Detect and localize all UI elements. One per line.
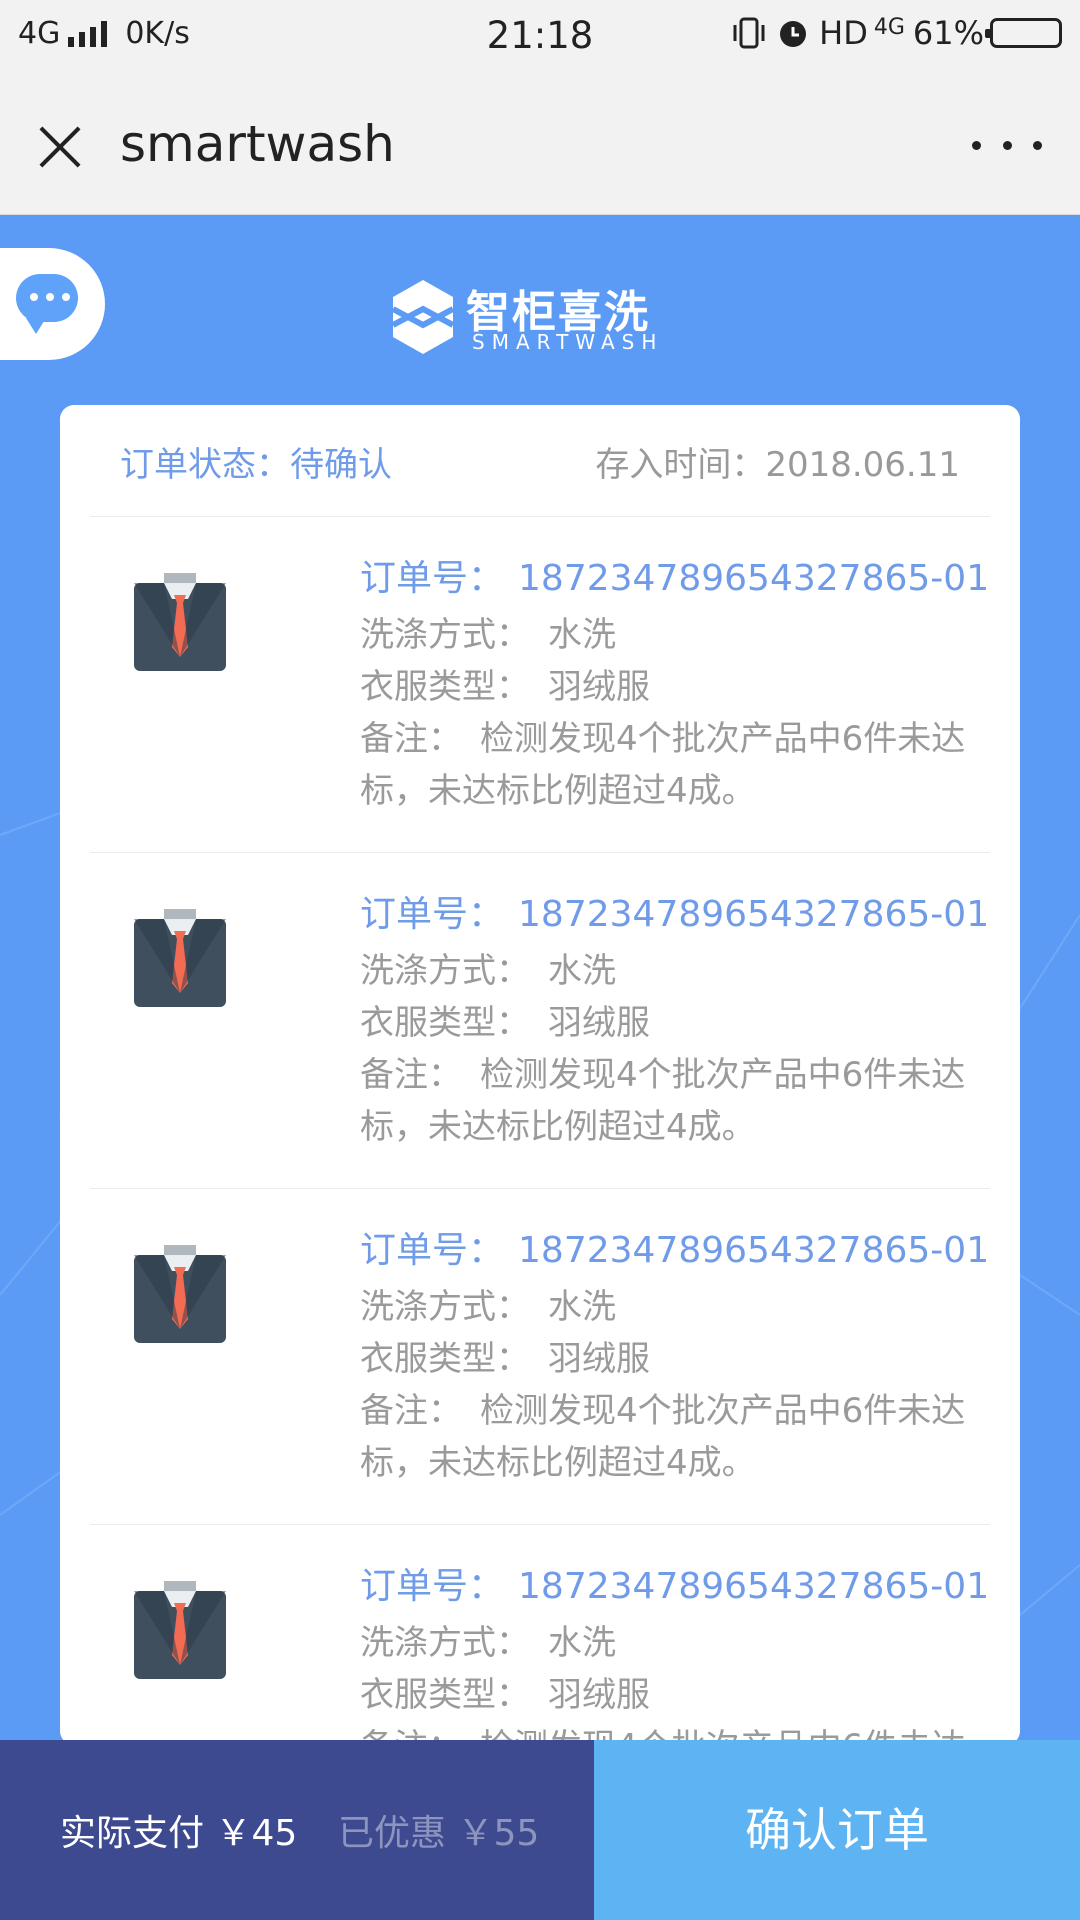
clothing-type: 衣服类型： 羽绒服 xyxy=(360,1675,650,1715)
suit-icon xyxy=(134,1245,226,1343)
status-right: HD 4G 61% xyxy=(731,14,1062,52)
battery-icon xyxy=(985,18,1062,48)
wash-method: 洗涤方式： 水洗 xyxy=(360,1623,616,1663)
confirm-order-button[interactable]: 确认订单 xyxy=(594,1740,1080,1920)
brand-logo: 智柜喜洗 SMARTWASH xyxy=(390,278,700,358)
order-card: 订单状态：待确认 存入时间：2018.06.11 订单号： 18723478965… xyxy=(60,405,1020,1745)
close-icon[interactable] xyxy=(30,117,90,177)
vibrate-icon xyxy=(733,17,765,49)
suit-icon xyxy=(134,573,226,671)
clothing-type: 衣服类型： 羽绒服 xyxy=(360,1339,650,1379)
wash-method: 洗涤方式： 水洗 xyxy=(360,615,616,655)
order-item[interactable]: 订单号： 187234789654327865-01 洗涤方式： 水洗 衣服类型：羽… xyxy=(90,1189,990,1525)
payment-summary: 实际支付 ￥45 已优惠 ￥55 xyxy=(0,1740,594,1920)
order-number: 订单号： 187234789654327865-01 xyxy=(360,1566,990,1607)
clothing-type: 衣服类型： 羽绒服 xyxy=(360,667,650,707)
status-bar: 4G 0K/s 21:18 HD 4G 61% xyxy=(0,0,1080,75)
battery-percent: 61% xyxy=(912,14,984,52)
order-note: 备注：检测发现4个批次产品中6件未达标，未达标比例超过4成。 xyxy=(360,719,966,811)
order-item[interactable]: 订单号： 187234789654327865-01 洗涤方式： 水洗 衣服类型：羽… xyxy=(90,517,990,853)
order-status: 订单状态：待确认 xyxy=(120,445,392,485)
clothing-type: 衣服类型： 羽绒服 xyxy=(360,1003,650,1043)
order-number: 订单号： 187234789654327865-01 xyxy=(360,894,990,935)
more-icon[interactable] xyxy=(972,125,1042,165)
order-note: 备注：检测发现4个批次产品中6件未达标，未达标比例超过4成。 xyxy=(360,1391,966,1483)
order-number: 订单号： 187234789654327865-01 xyxy=(360,558,990,599)
wash-method: 洗涤方式： 水洗 xyxy=(360,1287,616,1327)
suit-icon xyxy=(134,909,226,1007)
order-item[interactable]: 订单号： 187234789654327865-01 洗涤方式： 水洗 衣服类型：羽… xyxy=(90,853,990,1189)
suit-icon xyxy=(134,1581,226,1679)
page-title: smartwash xyxy=(120,115,395,173)
bottom-bar: 实际支付 ￥45 已优惠 ￥55 确认订单 xyxy=(0,1740,1080,1920)
actual-payment: 实际支付 ￥45 xyxy=(60,1813,298,1854)
brand-name-en: SMARTWASH xyxy=(472,330,664,354)
hd-label: HD xyxy=(819,14,868,52)
alarm-icon xyxy=(780,21,807,47)
title-bar: smartwash xyxy=(0,75,1080,215)
discount-amount: 已优惠 ￥55 xyxy=(338,1813,540,1854)
network-type-2: 4G xyxy=(873,14,905,40)
order-note: 备注：检测发现4个批次产品中6件未达标，未达标比例超过4成。 xyxy=(360,1055,966,1147)
order-item[interactable]: 订单号： 187234789654327865-01 洗涤方式： 水洗 衣服类型：羽… xyxy=(90,1525,990,1745)
wash-method: 洗涤方式： 水洗 xyxy=(360,951,616,991)
order-number: 订单号： 187234789654327865-01 xyxy=(360,1230,990,1271)
deposit-time: 存入时间：2018.06.11 xyxy=(595,445,960,485)
card-header: 订单状态：待确认 存入时间：2018.06.11 xyxy=(90,405,990,517)
smartwash-logo-icon xyxy=(391,280,455,354)
